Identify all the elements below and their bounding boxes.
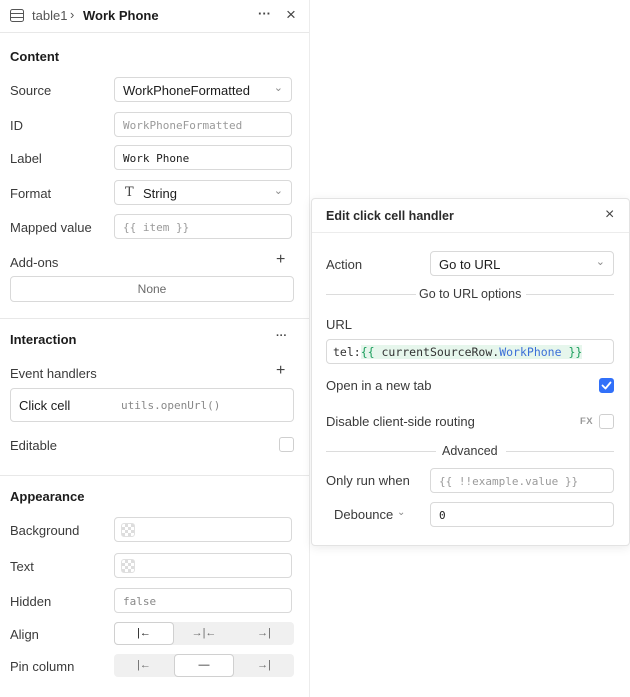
chevron-down-icon: ⌄ bbox=[273, 185, 283, 197]
debounce-value: 0 bbox=[439, 509, 446, 522]
add-event-handler-icon[interactable]: + bbox=[276, 362, 285, 380]
background-color-input[interactable] bbox=[114, 517, 292, 542]
separator-line bbox=[526, 294, 614, 295]
addons-none-button[interactable]: None bbox=[10, 276, 294, 302]
separator-line bbox=[326, 451, 436, 452]
close-icon[interactable]: × bbox=[286, 5, 296, 25]
action-select[interactable]: Go to URL ⌄ bbox=[430, 251, 614, 276]
label-input[interactable]: Work Phone bbox=[114, 145, 292, 170]
pin-column-segmented-control: |← — →| bbox=[114, 654, 294, 677]
separator-line bbox=[326, 294, 416, 295]
color-swatch-icon bbox=[121, 523, 135, 537]
text-color-label: Text bbox=[10, 559, 34, 574]
separator-line bbox=[506, 451, 614, 452]
format-value: String bbox=[143, 186, 177, 201]
text-type-icon: T bbox=[125, 185, 134, 200]
action-label: Action bbox=[326, 257, 363, 272]
chevron-down-icon: ⌄ bbox=[595, 256, 605, 268]
table-icon bbox=[10, 9, 24, 22]
action-value: Go to URL bbox=[439, 257, 501, 272]
breadcrumb-separator: › bbox=[70, 7, 75, 22]
debounce-label[interactable]: Debounce bbox=[334, 507, 393, 522]
url-options-heading: Go to URL options bbox=[419, 287, 522, 301]
align-left-option[interactable]: |← bbox=[114, 622, 174, 645]
content-section-title: Content bbox=[10, 49, 60, 64]
pin-right-option[interactable]: →| bbox=[234, 654, 294, 677]
pin-column-label: Pin column bbox=[10, 659, 75, 674]
url-template-object: currentSourceRow bbox=[381, 345, 493, 359]
new-tab-checkbox[interactable] bbox=[599, 378, 614, 393]
source-select[interactable]: WorkPhoneFormatted ⌄ bbox=[114, 77, 292, 102]
id-label: ID bbox=[10, 118, 23, 133]
popover-header-divider bbox=[312, 232, 629, 233]
fx-icon[interactable]: FX bbox=[580, 416, 593, 427]
only-run-when-label: Only run when bbox=[326, 473, 410, 488]
section-divider bbox=[0, 318, 309, 319]
url-prefix: tel: bbox=[333, 345, 361, 359]
format-select[interactable]: T String ⌄ bbox=[114, 180, 292, 205]
source-label: Source bbox=[10, 83, 52, 98]
hidden-label: Hidden bbox=[10, 594, 52, 609]
event-handler-event: Click cell bbox=[19, 398, 71, 413]
pin-none-option[interactable]: — bbox=[174, 654, 234, 677]
popover-title: Edit click cell handler bbox=[326, 209, 454, 223]
url-template-open: {{ bbox=[360, 345, 382, 359]
inspector-panel: table1 › Work Phone ··· × Content Source… bbox=[0, 0, 310, 697]
align-label: Align bbox=[10, 627, 39, 642]
align-segmented-control: |← →|← →| bbox=[114, 622, 294, 645]
advanced-heading: Advanced bbox=[442, 444, 498, 458]
new-tab-label: Open in a new tab bbox=[326, 378, 432, 393]
more-icon[interactable]: ··· bbox=[258, 6, 271, 21]
source-value: WorkPhoneFormatted bbox=[123, 83, 250, 98]
align-center-option[interactable]: →|← bbox=[174, 622, 234, 645]
label-value: Work Phone bbox=[123, 152, 190, 165]
event-handler-action: utils.openUrl() bbox=[121, 399, 221, 412]
url-template-property: WorkPhone bbox=[499, 345, 562, 359]
close-icon[interactable]: × bbox=[605, 206, 614, 224]
label-label: Label bbox=[10, 151, 42, 166]
editable-checkbox[interactable] bbox=[279, 437, 294, 452]
color-swatch-icon bbox=[121, 559, 135, 573]
mapped-value-placeholder: {{ item }} bbox=[123, 221, 190, 234]
id-placeholder: WorkPhoneFormatted bbox=[123, 119, 243, 132]
check-icon bbox=[601, 381, 612, 390]
edit-click-handler-popover: Edit click cell handler × Action Go to U… bbox=[311, 198, 630, 546]
only-run-when-input[interactable]: {{ !!example.value }} bbox=[430, 468, 614, 493]
component-title[interactable]: Work Phone bbox=[83, 8, 159, 23]
url-template-close: }} bbox=[561, 345, 583, 359]
hidden-placeholder: false bbox=[123, 595, 157, 608]
breadcrumb-parent[interactable]: table1 bbox=[32, 8, 67, 23]
only-run-when-placeholder: {{ !!example.value }} bbox=[439, 475, 579, 488]
chevron-down-icon: ⌄ bbox=[273, 82, 283, 94]
id-input[interactable]: WorkPhoneFormatted bbox=[114, 112, 292, 137]
debounce-input[interactable]: 0 bbox=[430, 502, 614, 527]
interaction-section-title: Interaction bbox=[10, 332, 77, 347]
editable-label: Editable bbox=[10, 438, 57, 453]
interaction-more-icon[interactable]: ··· bbox=[276, 330, 287, 342]
url-value: tel:{{ currentSourceRow.WorkPhone }} bbox=[333, 345, 583, 359]
addons-label: Add-ons bbox=[10, 255, 59, 270]
chevron-down-icon[interactable]: ⌄ bbox=[397, 507, 405, 518]
background-label: Background bbox=[10, 523, 80, 538]
event-handlers-label: Event handlers bbox=[10, 366, 97, 381]
appearance-section-title: Appearance bbox=[10, 489, 85, 504]
text-color-input[interactable] bbox=[114, 553, 292, 578]
add-addon-icon[interactable]: + bbox=[276, 251, 285, 269]
inspector-header: table1 › Work Phone ··· × bbox=[0, 0, 309, 33]
disable-routing-label: Disable client-side routing bbox=[326, 414, 475, 429]
hidden-input[interactable]: false bbox=[114, 588, 292, 613]
mapped-value-input[interactable]: {{ item }} bbox=[114, 214, 292, 239]
url-label: URL bbox=[326, 317, 353, 332]
format-label: Format bbox=[10, 186, 52, 201]
mapped-value-label: Mapped value bbox=[10, 220, 92, 235]
pin-left-option[interactable]: |← bbox=[114, 654, 174, 677]
event-handler-row[interactable]: Click cell utils.openUrl() bbox=[10, 388, 294, 422]
align-right-option[interactable]: →| bbox=[234, 622, 294, 645]
disable-routing-checkbox[interactable] bbox=[599, 414, 614, 429]
section-divider bbox=[0, 475, 309, 476]
url-input[interactable]: tel:{{ currentSourceRow.WorkPhone }} bbox=[326, 339, 614, 364]
